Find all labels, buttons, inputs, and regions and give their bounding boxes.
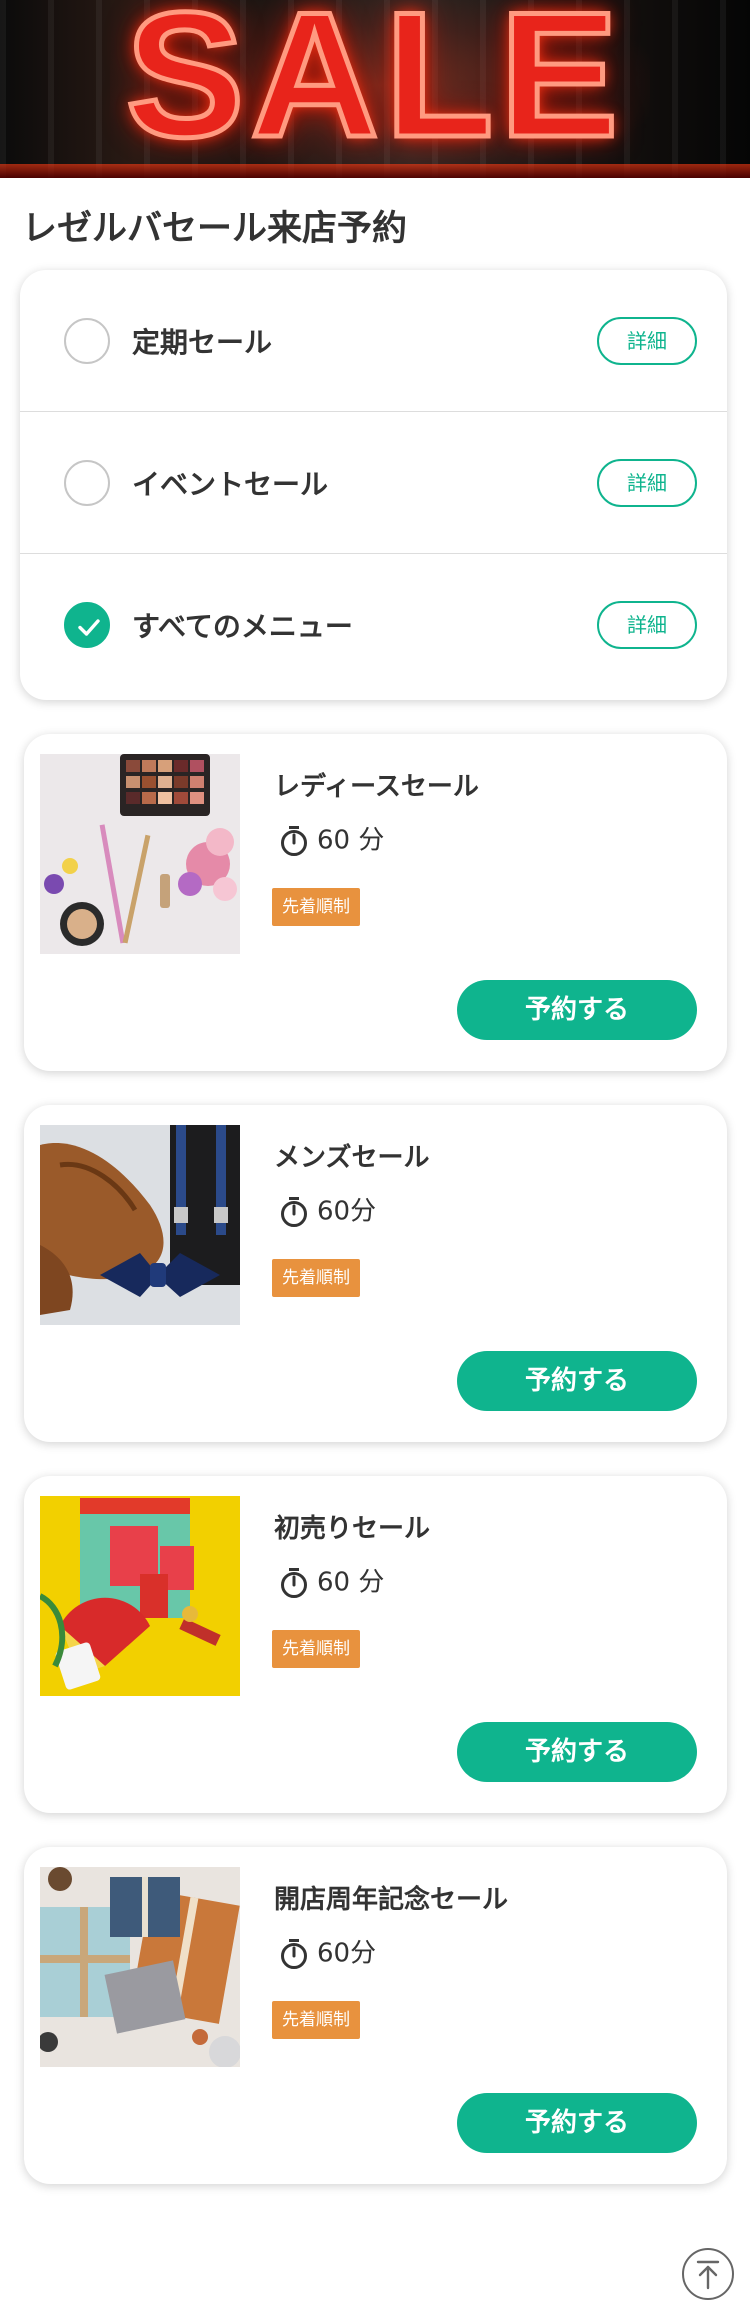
duration: 60分 <box>279 1935 376 1971</box>
first-come-badge: 先着順制 <box>272 1630 360 1668</box>
duration: 60分 <box>279 1193 376 1229</box>
menu-card-mens-sale: メンズセール 60分 先着順制 予約する <box>24 1105 727 1442</box>
radio-button[interactable] <box>64 459 110 506</box>
filter-row-event-sale[interactable]: イベントセール 詳細 <box>20 412 727 554</box>
menu-item-name: メンズセール <box>274 1143 430 1173</box>
radio-button[interactable] <box>64 317 110 364</box>
arrow-up-icon <box>696 2260 720 2290</box>
first-come-badge: 先着順制 <box>272 2001 360 2039</box>
duration-value: 60 分 <box>317 1567 385 1598</box>
menu-card-anniversary-sale: 開店周年記念セール 60分 先着順制 予約する <box>24 1847 727 2184</box>
reserve-button[interactable]: 予約する <box>457 1722 697 1782</box>
duration: 60 分 <box>279 1564 384 1600</box>
detail-button[interactable]: 詳細 <box>597 458 697 507</box>
menu-card-new-year-sale: 初売りセール 60 分 先着順制 予約する <box>24 1476 727 1813</box>
menu-item-name: 初売りセール <box>274 1514 431 1544</box>
menu-item-name: レディースセール <box>274 772 479 802</box>
detail-button[interactable]: 詳細 <box>597 316 697 365</box>
duration-value: 60 分 <box>317 825 385 856</box>
check-icon <box>78 619 100 636</box>
hero-floor <box>0 164 750 178</box>
stopwatch-icon <box>281 1567 307 1598</box>
reserve-button[interactable]: 予約する <box>457 1351 697 1411</box>
reserve-button[interactable]: 予約する <box>457 2093 697 2153</box>
stopwatch-icon <box>281 1196 307 1227</box>
filter-label: イベントセール <box>132 467 329 501</box>
menu-item-name: 開店周年記念セール <box>274 1885 509 1915</box>
first-come-badge: 先着順制 <box>272 888 360 926</box>
lucky-bag-photo <box>40 1496 240 1696</box>
menu-card-ladies-sale: レディースセール 60 分 先着順制 予約する <box>24 734 727 1071</box>
duration-value: 60分 <box>317 1196 377 1227</box>
radio-button-checked[interactable] <box>64 602 110 648</box>
scroll-to-top-button[interactable] <box>682 2248 734 2300</box>
gift-boxes-photo <box>40 1867 240 2067</box>
filter-row-all-menu[interactable]: すべてのメニュー 詳細 <box>20 554 727 696</box>
reserve-button[interactable]: 予約する <box>457 980 697 1040</box>
detail-button[interactable]: 詳細 <box>597 601 697 649</box>
page-title: レゼルバセール来店予約 <box>22 209 408 249</box>
hero-banner: SALE <box>0 0 750 178</box>
sale-neon-sign: SALE <box>123 0 625 174</box>
filter-label: 定期セール <box>132 325 273 359</box>
duration-value: 60分 <box>317 1938 377 1969</box>
shoes-bowtie-photo <box>40 1125 240 1325</box>
filter-label: すべてのメニュー <box>132 610 353 643</box>
stopwatch-icon <box>281 1938 307 1969</box>
duration: 60 分 <box>279 822 384 858</box>
cosmetics-photo <box>40 754 240 954</box>
stopwatch-icon <box>281 825 307 856</box>
filter-card: 定期セール 詳細 イベントセール 詳細 すべてのメニュー 詳細 <box>20 270 727 700</box>
first-come-badge: 先着順制 <box>272 1259 360 1297</box>
filter-row-regular-sale[interactable]: 定期セール 詳細 <box>20 270 727 412</box>
